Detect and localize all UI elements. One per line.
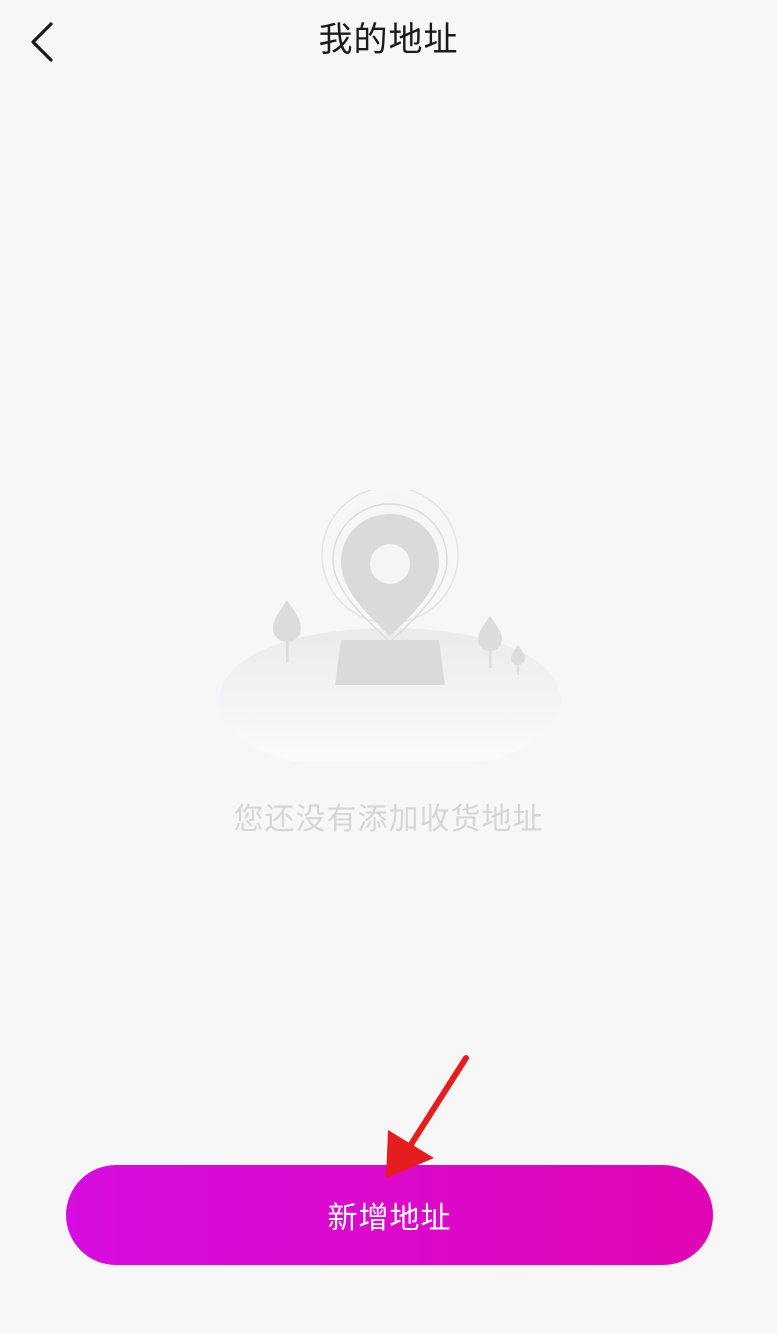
add-address-button-label: 新增地址 xyxy=(327,1201,452,1236)
nav-bar: 我的地址 xyxy=(0,0,777,84)
add-address-button[interactable]: 新增地址 xyxy=(66,1165,713,1265)
map-pin-landscape-icon xyxy=(219,486,561,762)
empty-state-message: 您还没有添加收货地址 xyxy=(233,802,544,837)
page-title: 我的地址 xyxy=(318,20,459,60)
address-screen: 我的地址 您还没有添加收货地址 新增地址 xyxy=(0,0,777,1333)
empty-state-illustration xyxy=(205,486,575,770)
